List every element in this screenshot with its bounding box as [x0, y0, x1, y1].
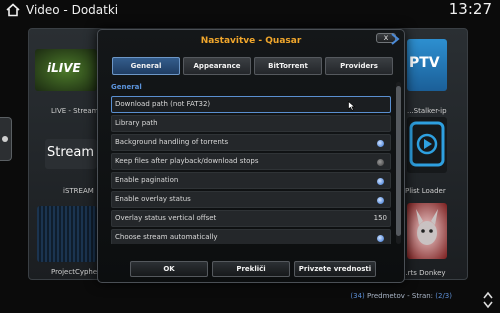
iptv-logo: PTV — [409, 55, 440, 71]
dialog-title: Nastavitve - Quasar — [200, 36, 302, 46]
setting-background-handling[interactable]: Background handling of torrents — [111, 134, 391, 151]
setting-keep-files[interactable]: Keep files after playback/download stops — [111, 153, 391, 170]
toggle-on-icon[interactable] — [377, 235, 384, 242]
setting-enable-pagination[interactable]: Enable pagination — [111, 172, 391, 189]
clock: 13:27 — [448, 0, 492, 18]
items-count-number: (34) — [350, 292, 365, 300]
toggle-off-icon[interactable] — [377, 159, 384, 166]
addon-label: ...Stalker-ip — [407, 107, 447, 115]
addon-tile-stream[interactable]: Stream — [45, 139, 97, 169]
donkey-icon — [416, 209, 438, 245]
setting-label: Enable overlay status — [115, 195, 191, 203]
toggle-on-icon[interactable] — [377, 178, 384, 185]
top-bar: Video - Dodatki 13:27 — [0, 0, 500, 22]
home-icon[interactable] — [6, 3, 20, 17]
setting-label: Choose stream automatically — [115, 233, 218, 241]
side-menu-tab[interactable] — [0, 117, 12, 161]
setting-label: Background handling of torrents — [115, 138, 229, 146]
setting-label: Keep files after playback/download stops — [115, 157, 259, 165]
setting-label: Library path — [115, 119, 158, 127]
addon-tile-plist[interactable] — [407, 117, 447, 173]
setting-value: 150 — [373, 214, 387, 222]
toggle-on-icon[interactable] — [377, 140, 384, 147]
mouse-cursor-icon — [348, 101, 356, 111]
scrollbar-thumb[interactable] — [396, 86, 401, 236]
addon-tile-iptv[interactable]: PTV — [407, 39, 447, 91]
tab-general[interactable]: General — [112, 57, 180, 75]
settings-tabs: General Appearance BitTorrent Providers — [112, 57, 398, 75]
items-count-label: Predmetov - Stran: — [367, 292, 434, 300]
setting-label: Enable pagination — [115, 176, 179, 184]
addon-label: iSTREAM — [63, 187, 94, 195]
addon-label: ProjectCypher — [51, 268, 101, 276]
page-arrows-icon[interactable] — [482, 290, 494, 310]
section-heading: General — [111, 83, 142, 91]
page-indicator: (2/3) — [435, 292, 452, 300]
ilive-logo: iLIVE — [47, 61, 81, 75]
playlist-icon — [409, 121, 445, 167]
addon-label: ...rts Donkey — [401, 269, 446, 277]
addon-label: Plist Loader — [405, 187, 446, 195]
setting-label: Download path (not FAT32) — [115, 100, 211, 108]
stream-logo: Stream — [47, 145, 95, 160]
settings-scrollbar[interactable] — [396, 82, 401, 244]
cancel-button[interactable]: Prekliči — [212, 261, 290, 277]
setting-label: Overlay status vertical offset — [115, 214, 217, 222]
setting-overlay-offset[interactable]: Overlay status vertical offset 150 — [111, 210, 391, 227]
restore-defaults-button[interactable]: Privzete vrednosti — [294, 261, 376, 277]
addon-tile-donkey[interactable] — [407, 203, 447, 259]
ok-button[interactable]: OK — [130, 261, 208, 277]
addon-tile-ilive[interactable]: iLIVE — [35, 49, 97, 91]
items-count: (34) Predmetov - Stran: (2/3) — [350, 292, 452, 300]
tabs-next-arrow-icon[interactable] — [390, 33, 400, 45]
settings-list: Download path (not FAT32) Library path B… — [111, 96, 391, 244]
tab-providers[interactable]: Providers — [325, 57, 393, 75]
dialog-buttons: OK Prekliči Privzete vrednosti — [130, 261, 376, 277]
toggle-on-icon[interactable] — [377, 197, 384, 204]
tab-appearance[interactable]: Appearance — [183, 57, 251, 75]
breadcrumb: Video - Dodatki — [26, 3, 119, 17]
settings-dialog: Nastavitve - Quasar x General Appearance… — [97, 29, 405, 283]
addon-tile-projectcypher[interactable] — [37, 206, 97, 262]
setting-choose-stream[interactable]: Choose stream automatically — [111, 229, 391, 244]
tab-bittorrent[interactable]: BitTorrent — [254, 57, 322, 75]
side-menu-dot-icon — [2, 136, 8, 142]
setting-enable-overlay-status[interactable]: Enable overlay status — [111, 191, 391, 208]
setting-library-path[interactable]: Library path — [111, 115, 391, 132]
